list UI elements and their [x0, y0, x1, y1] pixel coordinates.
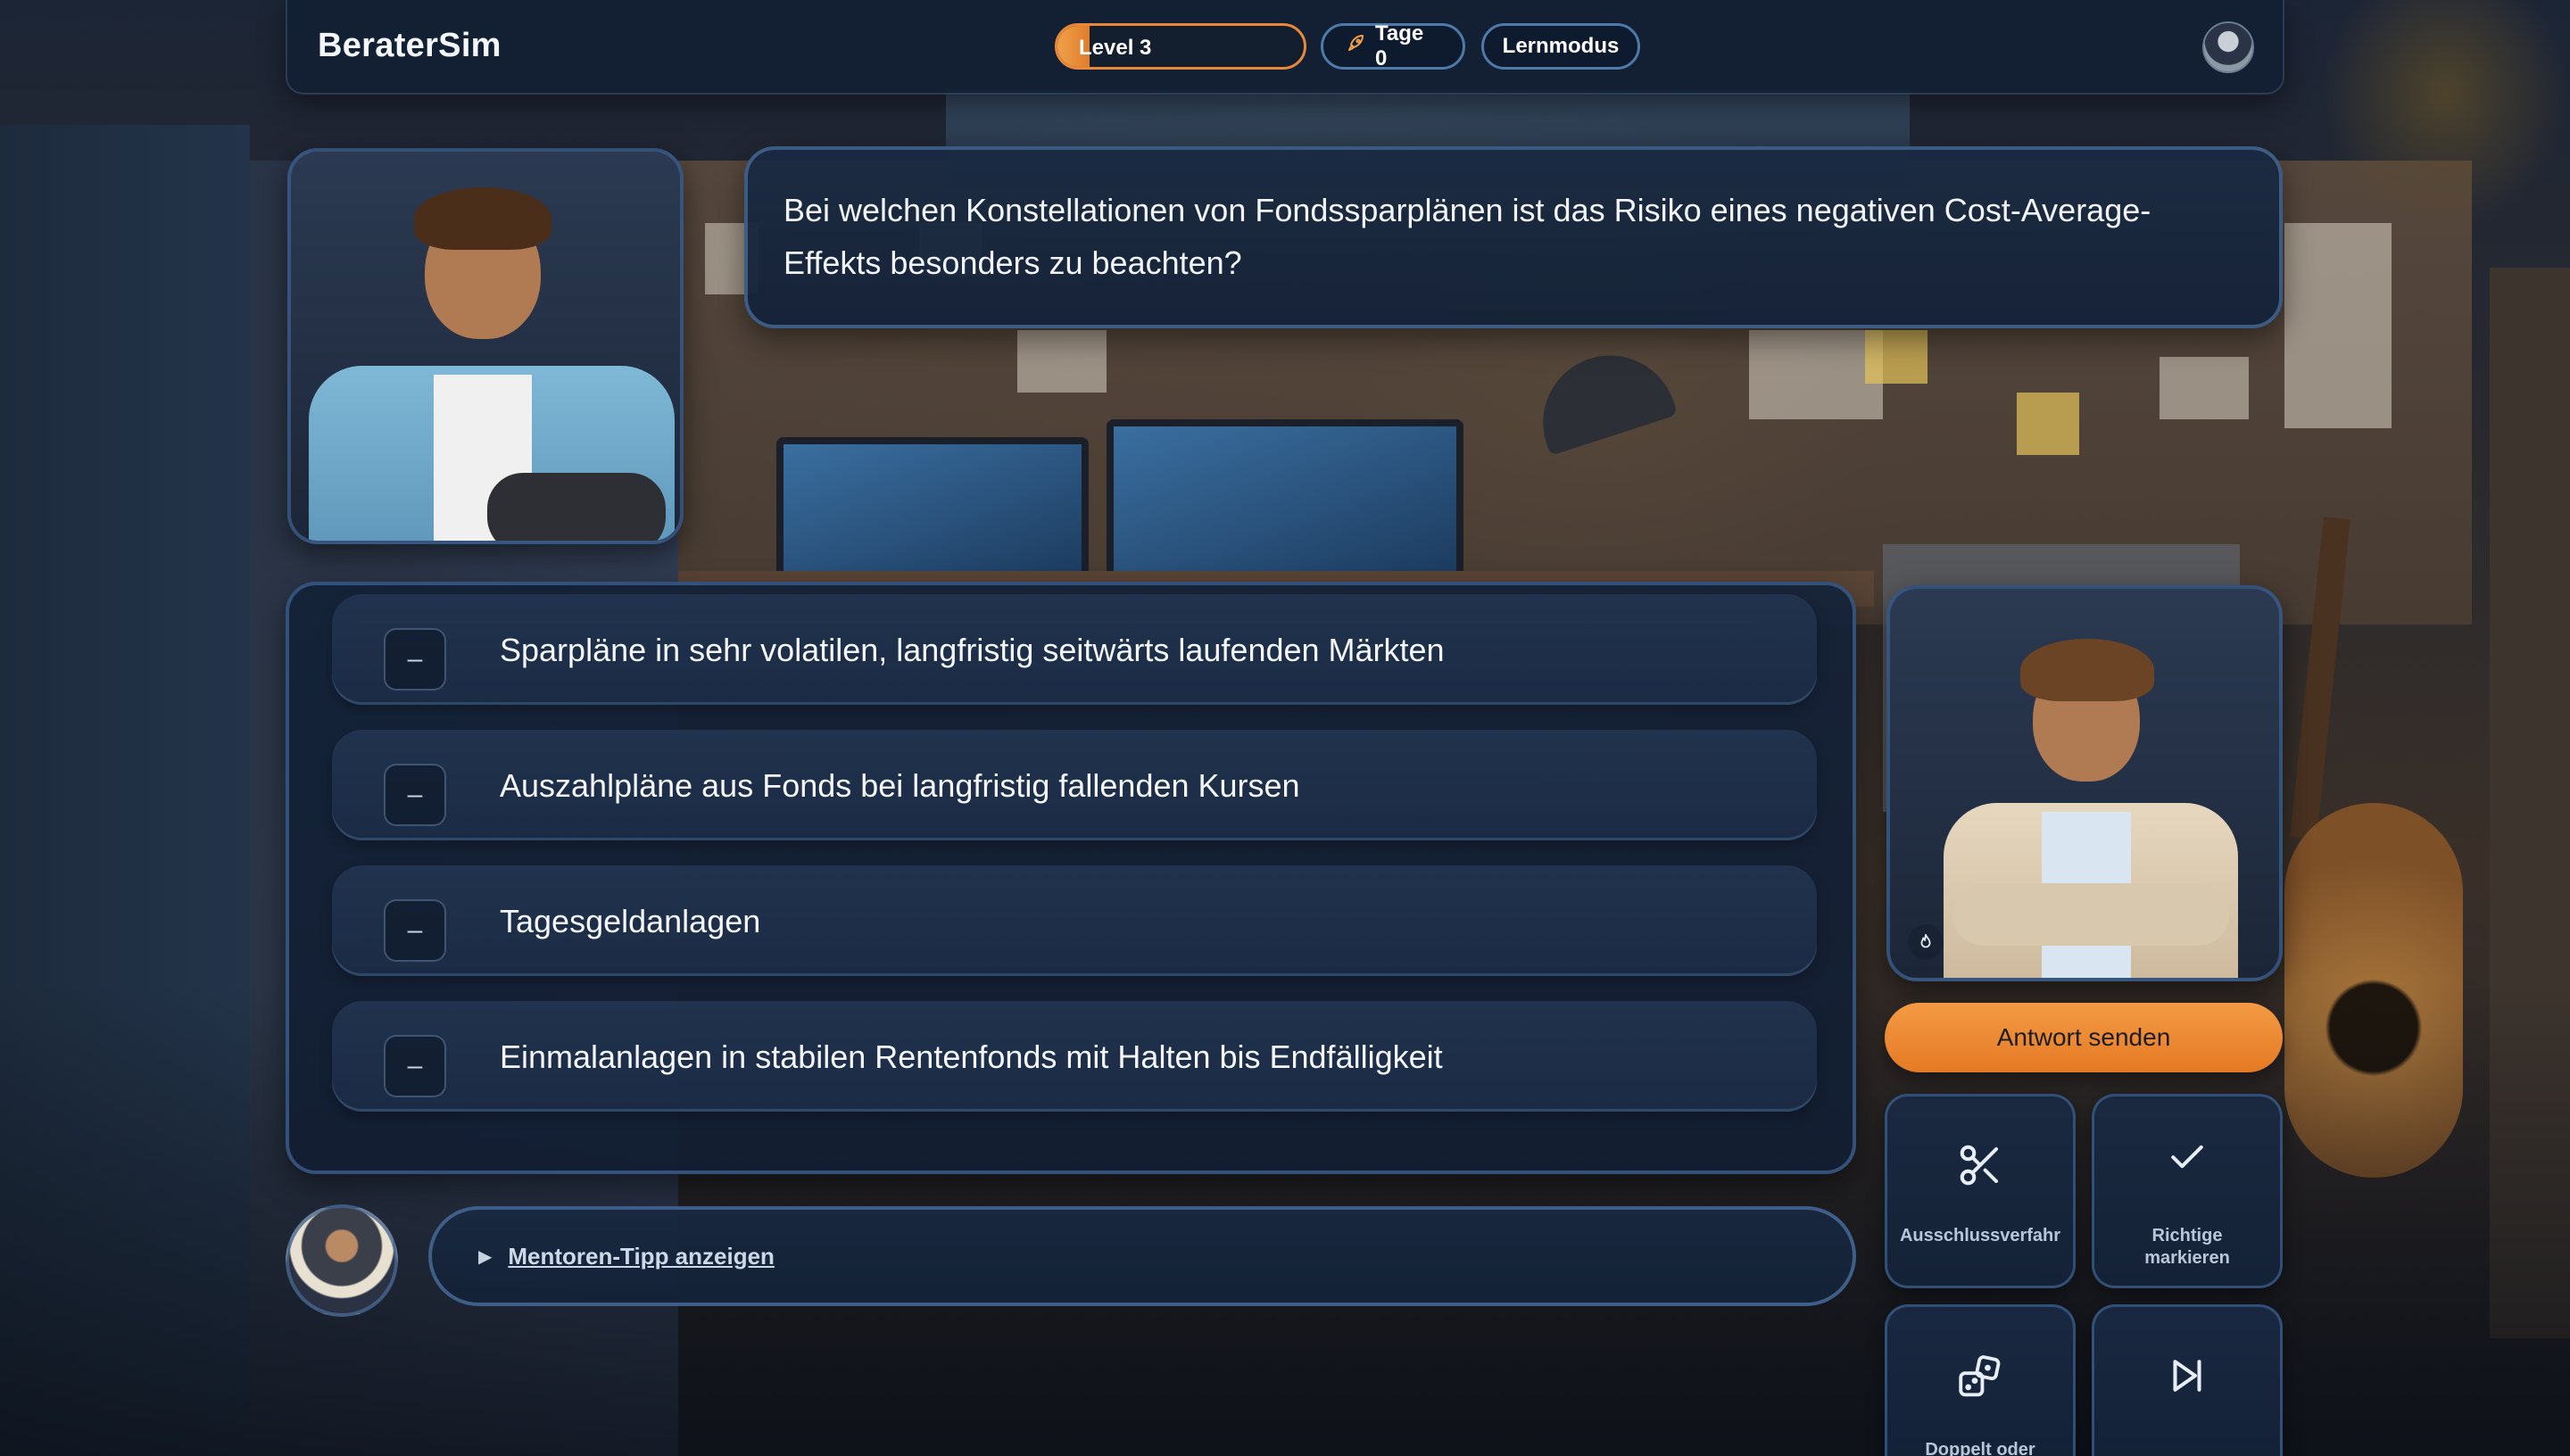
- answers-panel: – Sparpläne in sehr volatilen, langfrist…: [286, 582, 1856, 1174]
- level-progress: Level 3: [1055, 23, 1306, 70]
- joker-mark-correct-button[interactable]: Richtige markieren: [2092, 1094, 2283, 1288]
- answer-option[interactable]: – Einmalanlagen in stabilen Rentenfonds …: [332, 1001, 1817, 1112]
- client-portrait: [287, 148, 684, 544]
- rocket-icon: [1345, 33, 1366, 61]
- pinned-paper: [2284, 223, 2392, 428]
- disclosure-triangle-icon: ▶: [478, 1246, 493, 1267]
- mentor-avatar: [286, 1204, 398, 1317]
- pinned-paper: [1017, 330, 1107, 393]
- answer-marker[interactable]: –: [384, 899, 446, 962]
- mode-badge[interactable]: Lernmodus: [1481, 23, 1640, 70]
- skip-forward-icon: [2094, 1352, 2280, 1400]
- days-label: Tage 0: [1375, 21, 1424, 70]
- joker-skip-button[interactable]: [2092, 1304, 2283, 1456]
- client-hair: [414, 187, 551, 250]
- question-bubble: Bei welchen Konstellationen von Fondsspa…: [744, 146, 2283, 328]
- mentor-tip-toggle[interactable]: ▶ Mentoren-Tipp anzeigen: [428, 1206, 1856, 1306]
- user-avatar[interactable]: [2202, 21, 2254, 73]
- joker-label: Richtige markieren: [2103, 1225, 2271, 1270]
- mentor-tip-label[interactable]: Mentoren-Tipp anzeigen: [508, 1243, 775, 1270]
- monitor: [1107, 419, 1463, 589]
- check-icon: [2094, 1132, 2280, 1180]
- sticky-note: [2017, 393, 2079, 455]
- client-bag: [487, 473, 666, 541]
- answer-text: Sparpläne in sehr volatilen, langfristig…: [500, 632, 1445, 668]
- send-answer-button[interactable]: Antwort senden: [1885, 1003, 2283, 1072]
- joker-label: Doppelt oder: [1925, 1440, 2035, 1456]
- plant: [2320, 0, 2570, 232]
- advisor-crossed-arms: [1952, 883, 2229, 946]
- pinned-paper: [1749, 330, 1883, 419]
- advisor-hair: [2020, 639, 2154, 701]
- joker-label-line: markieren: [2144, 1248, 2230, 1268]
- top-bar: BeraterSim Level 3 Tage 0 Lernmodus: [286, 0, 2284, 95]
- answer-text: Einmalanlagen in stabilen Rentenfonds mi…: [500, 1038, 1443, 1075]
- sticky-note: [1865, 330, 1928, 384]
- level-label: Level 3: [1079, 36, 1152, 60]
- answer-text: Auszahlpläne aus Fonds bei langfristig f…: [500, 767, 1300, 804]
- scissors-icon: [1887, 1141, 2073, 1189]
- answer-marker[interactable]: –: [384, 1035, 446, 1097]
- answer-text: Tagesgeldanlagen: [500, 903, 761, 939]
- answer-marker[interactable]: –: [384, 764, 446, 826]
- app-title: BeraterSim: [318, 27, 502, 64]
- answer-option[interactable]: – Tagesgeldanlagen: [332, 865, 1817, 976]
- answer-option[interactable]: – Auszahlpläne aus Fonds bei langfristig…: [332, 730, 1817, 840]
- joker-label-line: Richtige: [2151, 1226, 2223, 1245]
- answer-option[interactable]: – Sparpläne in sehr volatilen, langfrist…: [332, 594, 1817, 705]
- monitor: [776, 437, 1089, 589]
- advisor-portrait: [1886, 585, 2283, 981]
- days-badge: Tage 0: [1321, 21, 1465, 70]
- joker-double-button[interactable]: Doppelt oder: [1885, 1304, 2076, 1456]
- question-text: Bei welchen Konstellationen von Fondsspa…: [783, 192, 2151, 281]
- flame-icon[interactable]: [1908, 924, 1944, 960]
- pinned-paper: [2160, 357, 2249, 419]
- joker-elimination-button[interactable]: Ausschlussverfahr: [1885, 1094, 2076, 1288]
- joker-label: Ausschlussverfahr: [1899, 1226, 2061, 1245]
- dice-icon: [1887, 1352, 2073, 1403]
- mode-label: Lernmodus: [1502, 34, 1620, 58]
- answer-marker[interactable]: –: [384, 628, 446, 691]
